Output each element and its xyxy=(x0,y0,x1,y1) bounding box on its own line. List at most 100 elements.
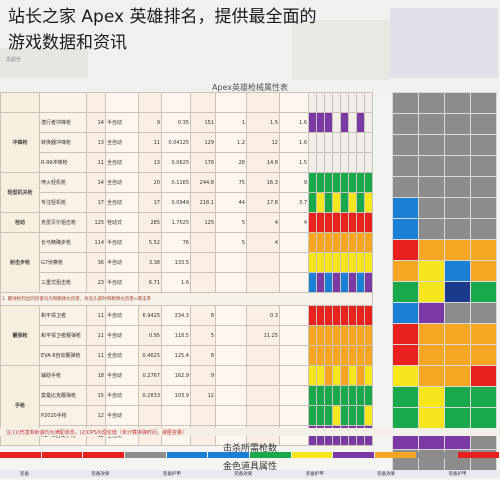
heatmap-cell xyxy=(444,176,471,198)
kill-count-cell xyxy=(364,345,373,366)
stat-cell: 9 xyxy=(138,112,162,133)
table-row: 和平捍卫者霰弹枪 11 半自动 0.95 118.5 5 11.25 xyxy=(1,325,373,346)
stat-cell: 118.5 xyxy=(161,325,191,346)
heatmap-cell xyxy=(444,407,471,429)
legend-color-swatch xyxy=(291,452,333,458)
kill-count-cell xyxy=(348,405,357,426)
stat-cell: 0.04125 xyxy=(161,132,191,153)
stat-cell: 12 xyxy=(246,132,280,153)
kill-count-cell xyxy=(316,172,325,193)
heatmap-cell xyxy=(444,323,471,345)
heatmap-cell xyxy=(444,239,471,261)
stat-cell: 5 xyxy=(190,325,216,346)
kill-count-cell xyxy=(316,192,325,213)
kill-count-cell xyxy=(332,345,341,366)
stat-cell xyxy=(190,405,216,426)
heatmap-cell xyxy=(470,197,497,219)
kill-count-cell xyxy=(364,272,373,293)
kill-count-cell xyxy=(332,325,341,346)
kill-count-cell xyxy=(340,365,349,386)
legend-color-swatch xyxy=(41,452,83,458)
stat-cell: 0.2767 xyxy=(138,365,162,386)
stat-cell: 13 xyxy=(86,132,106,153)
stat-cell: 12 xyxy=(86,405,106,426)
stat-cell: 全自动 xyxy=(105,152,139,173)
kill-count-cell xyxy=(364,212,373,233)
weapon-name-cell: EVA-8自动霰弹枪 xyxy=(39,345,87,366)
kill-count-cell xyxy=(308,112,317,133)
heatmap-cell xyxy=(392,155,419,177)
stat-cell xyxy=(215,365,247,386)
kill-count-cell xyxy=(324,252,333,273)
category-cell xyxy=(0,92,40,113)
heatmap-row xyxy=(392,281,497,303)
heatmap-row xyxy=(392,155,497,177)
stat-cell: 125 xyxy=(86,212,106,233)
stat-cell: 0.35 xyxy=(161,112,191,133)
legend-color-swatch xyxy=(416,452,458,458)
stat-cell xyxy=(190,252,216,273)
heatmap-cell xyxy=(444,134,471,156)
stat-cell: 218.1 xyxy=(190,192,216,213)
stat-cell: 6.71 xyxy=(138,272,162,293)
kill-count-cell xyxy=(348,345,357,366)
kill-count-cell xyxy=(348,192,357,213)
kill-count-cell xyxy=(308,272,317,293)
heatmap-row xyxy=(392,176,497,198)
kill-count-cell xyxy=(324,405,333,426)
legend-color-swatch xyxy=(375,452,416,458)
stat-cell: 1.2 xyxy=(215,132,247,153)
heatmap-cell xyxy=(392,344,419,366)
kill-count-cell xyxy=(356,112,365,133)
kill-count-cell xyxy=(364,252,373,273)
table-row: G7侦察枪 36 半自动 3.38 133.5 xyxy=(1,252,373,273)
table-row: 霰弹枪 和平捍卫者 11 半自动 6.9425 234.3 8 0.3 xyxy=(0,305,373,366)
category-cell: 栓动 xyxy=(0,212,40,233)
gold-items-column-header: 装备护甲 xyxy=(305,472,324,477)
gold-items-column-header: 装备效果 xyxy=(377,472,396,477)
heatmap-cell xyxy=(470,281,497,303)
stat-cell xyxy=(279,325,309,346)
weapon-name-cell: 和平捍卫者霰弹枪 xyxy=(39,325,87,346)
heatmap-cell xyxy=(470,407,497,429)
stat-cell xyxy=(279,365,309,386)
top-left-label-text: 文武分 xyxy=(6,57,22,63)
stat-cell: 11 xyxy=(138,132,162,153)
stat-cell: 12 xyxy=(190,385,216,406)
kill-count-cell xyxy=(364,112,373,133)
watermark-overlay: 站长之家 Apex 英雄排名，提供最全面的 游戏数据和资讯 xyxy=(8,4,498,56)
heatmap-row xyxy=(392,302,497,324)
kill-count-cell xyxy=(308,325,317,346)
weapon-name-cell: P2020手枪 xyxy=(39,405,87,426)
kill-count-cell xyxy=(356,132,365,153)
stat-cell: 11 xyxy=(86,152,106,173)
stat-cell: 1.6 xyxy=(161,272,191,293)
stat-cell xyxy=(105,92,139,113)
heatmap-row xyxy=(392,239,497,261)
stat-cell: 16.3 xyxy=(246,172,280,193)
kill-count-cell xyxy=(316,212,325,233)
stat-cell: 14.8 xyxy=(246,152,280,173)
stat-cell: 5 xyxy=(215,212,247,233)
stat-cell xyxy=(246,252,280,273)
stat-cell xyxy=(279,252,309,273)
kill-count-cell xyxy=(308,192,317,213)
stat-cell: 半自动 xyxy=(105,305,139,326)
stat-cell: 125.4 xyxy=(161,345,191,366)
kill-count-cell xyxy=(324,325,333,346)
stat-cell xyxy=(161,405,191,426)
kill-count-cell xyxy=(348,92,357,113)
stat-cell: 11.25 xyxy=(246,325,280,346)
weapon-name-cell: G7侦察枪 xyxy=(39,252,87,273)
kill-count-cell xyxy=(332,132,341,153)
kill-count-cell xyxy=(340,405,349,426)
stat-cell: 14 xyxy=(86,112,106,133)
kill-count-cell xyxy=(324,92,333,113)
heatmap-row xyxy=(392,407,497,429)
kill-count-cell xyxy=(364,132,373,153)
stat-cell: 11 xyxy=(86,305,106,326)
heatmap-cell xyxy=(470,155,497,177)
stat-cell: 4 xyxy=(246,212,280,233)
kill-count-cell xyxy=(364,365,373,386)
kill-count-cell xyxy=(332,405,341,426)
